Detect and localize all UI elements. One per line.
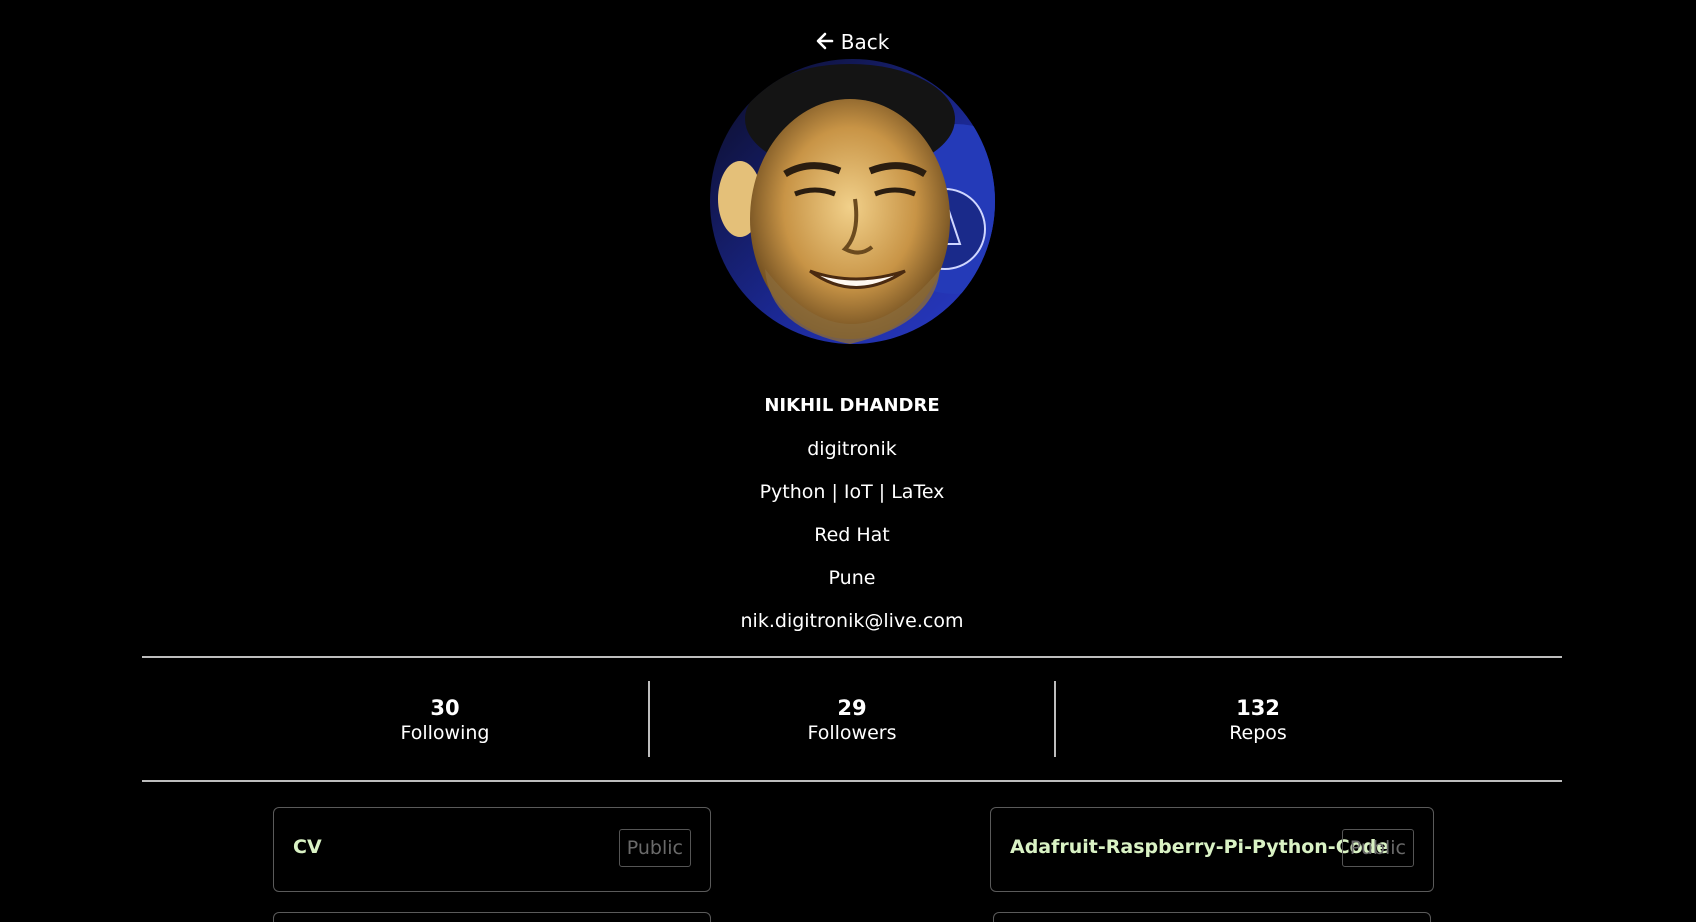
- stat-followers-label: Followers: [807, 722, 897, 744]
- stat-following-value: 30: [430, 696, 460, 720]
- profile-info: NIKHIL DHANDRE digitronik Python | IoT |…: [0, 390, 1696, 648]
- stat-following[interactable]: 30 Following: [295, 695, 595, 745]
- profile-bio: Python | IoT | LaTex: [759, 481, 945, 503]
- stat-followers-value: 29: [837, 696, 867, 720]
- avatar: [710, 59, 995, 344]
- divider-top: [142, 656, 1562, 658]
- stat-repos-label: Repos: [1229, 722, 1287, 744]
- arrow-left-icon: [815, 31, 835, 56]
- visibility-badge: Public: [1341, 829, 1414, 867]
- stat-divider: [648, 681, 650, 757]
- profile-username: digitronik: [807, 438, 897, 460]
- divider-bottom: [142, 780, 1562, 782]
- repo-card[interactable]: [273, 912, 711, 922]
- stats-bar: 30 Following 29 Followers 132 Repos: [142, 681, 1562, 757]
- profile-name: NIKHIL DHANDRE: [764, 395, 940, 416]
- profile-email: nik.digitronik@live.com: [740, 610, 964, 632]
- stat-followers[interactable]: 29 Followers: [702, 695, 1002, 745]
- repo-card[interactable]: CV Public: [273, 807, 711, 892]
- stat-divider: [1054, 681, 1056, 757]
- repo-card[interactable]: [993, 912, 1431, 922]
- profile-company: Red Hat: [814, 524, 890, 546]
- stat-following-label: Following: [400, 722, 490, 744]
- stat-repos[interactable]: 132 Repos: [1108, 695, 1408, 745]
- profile-page: Back NIKHIL DHANDRE digitronik Python | …: [0, 0, 1696, 922]
- back-link[interactable]: Back: [0, 30, 1696, 56]
- profile-location: Pune: [828, 567, 876, 589]
- stat-repos-value: 132: [1236, 696, 1280, 720]
- repo-name[interactable]: CV: [293, 836, 322, 858]
- visibility-badge: Public: [618, 829, 691, 867]
- repo-name[interactable]: Adafruit-Raspberry-Pi-Python-Code: [1010, 836, 1389, 858]
- back-label: Back: [840, 30, 890, 54]
- repo-card[interactable]: Adafruit-Raspberry-Pi-Python-Code Public: [990, 807, 1434, 892]
